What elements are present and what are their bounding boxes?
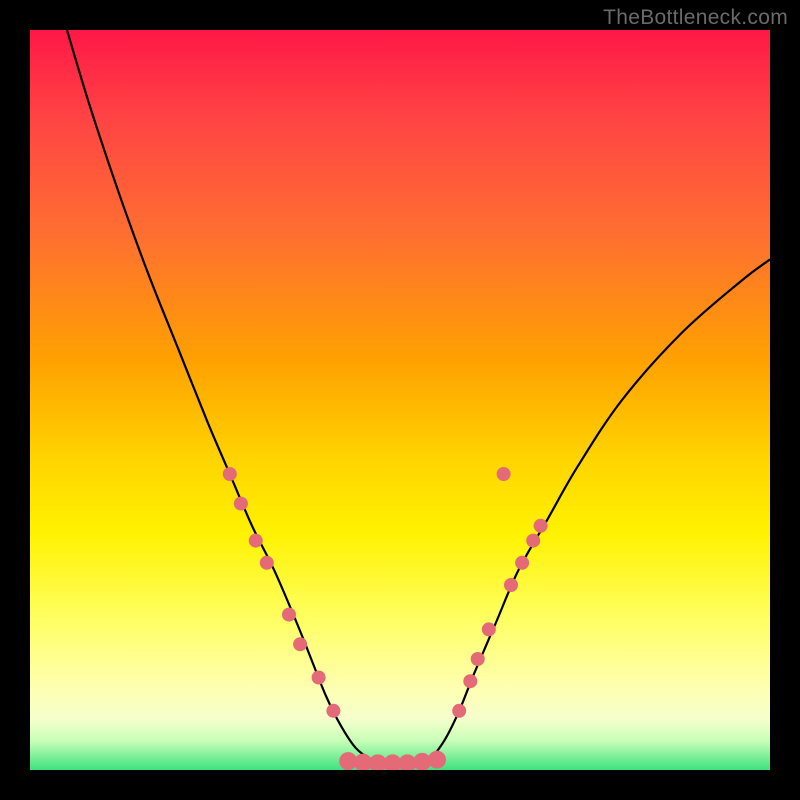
curve-marker — [326, 704, 340, 718]
curve-marker — [471, 652, 485, 666]
curve-overlay — [30, 30, 770, 770]
plot-area — [30, 30, 770, 770]
curve-marker — [504, 578, 518, 592]
curve-marker — [260, 556, 274, 570]
curve-marker — [234, 497, 248, 511]
curve-marker — [293, 637, 307, 651]
curve-marker — [526, 534, 540, 548]
bottleneck-curve — [67, 30, 770, 766]
curve-markers — [223, 467, 548, 770]
curve-marker — [223, 467, 237, 481]
curve-marker — [482, 622, 496, 636]
curve-marker — [515, 556, 529, 570]
curve-marker — [452, 704, 466, 718]
curve-marker — [312, 671, 326, 685]
curve-marker — [463, 674, 477, 688]
chart-stage: TheBottleneck.com — [0, 0, 800, 800]
curve-marker — [534, 519, 548, 533]
curve-marker — [282, 608, 296, 622]
watermark-text: TheBottleneck.com — [603, 6, 788, 30]
curve-marker — [497, 467, 511, 481]
curve-marker — [249, 534, 263, 548]
curve-marker — [428, 751, 446, 769]
